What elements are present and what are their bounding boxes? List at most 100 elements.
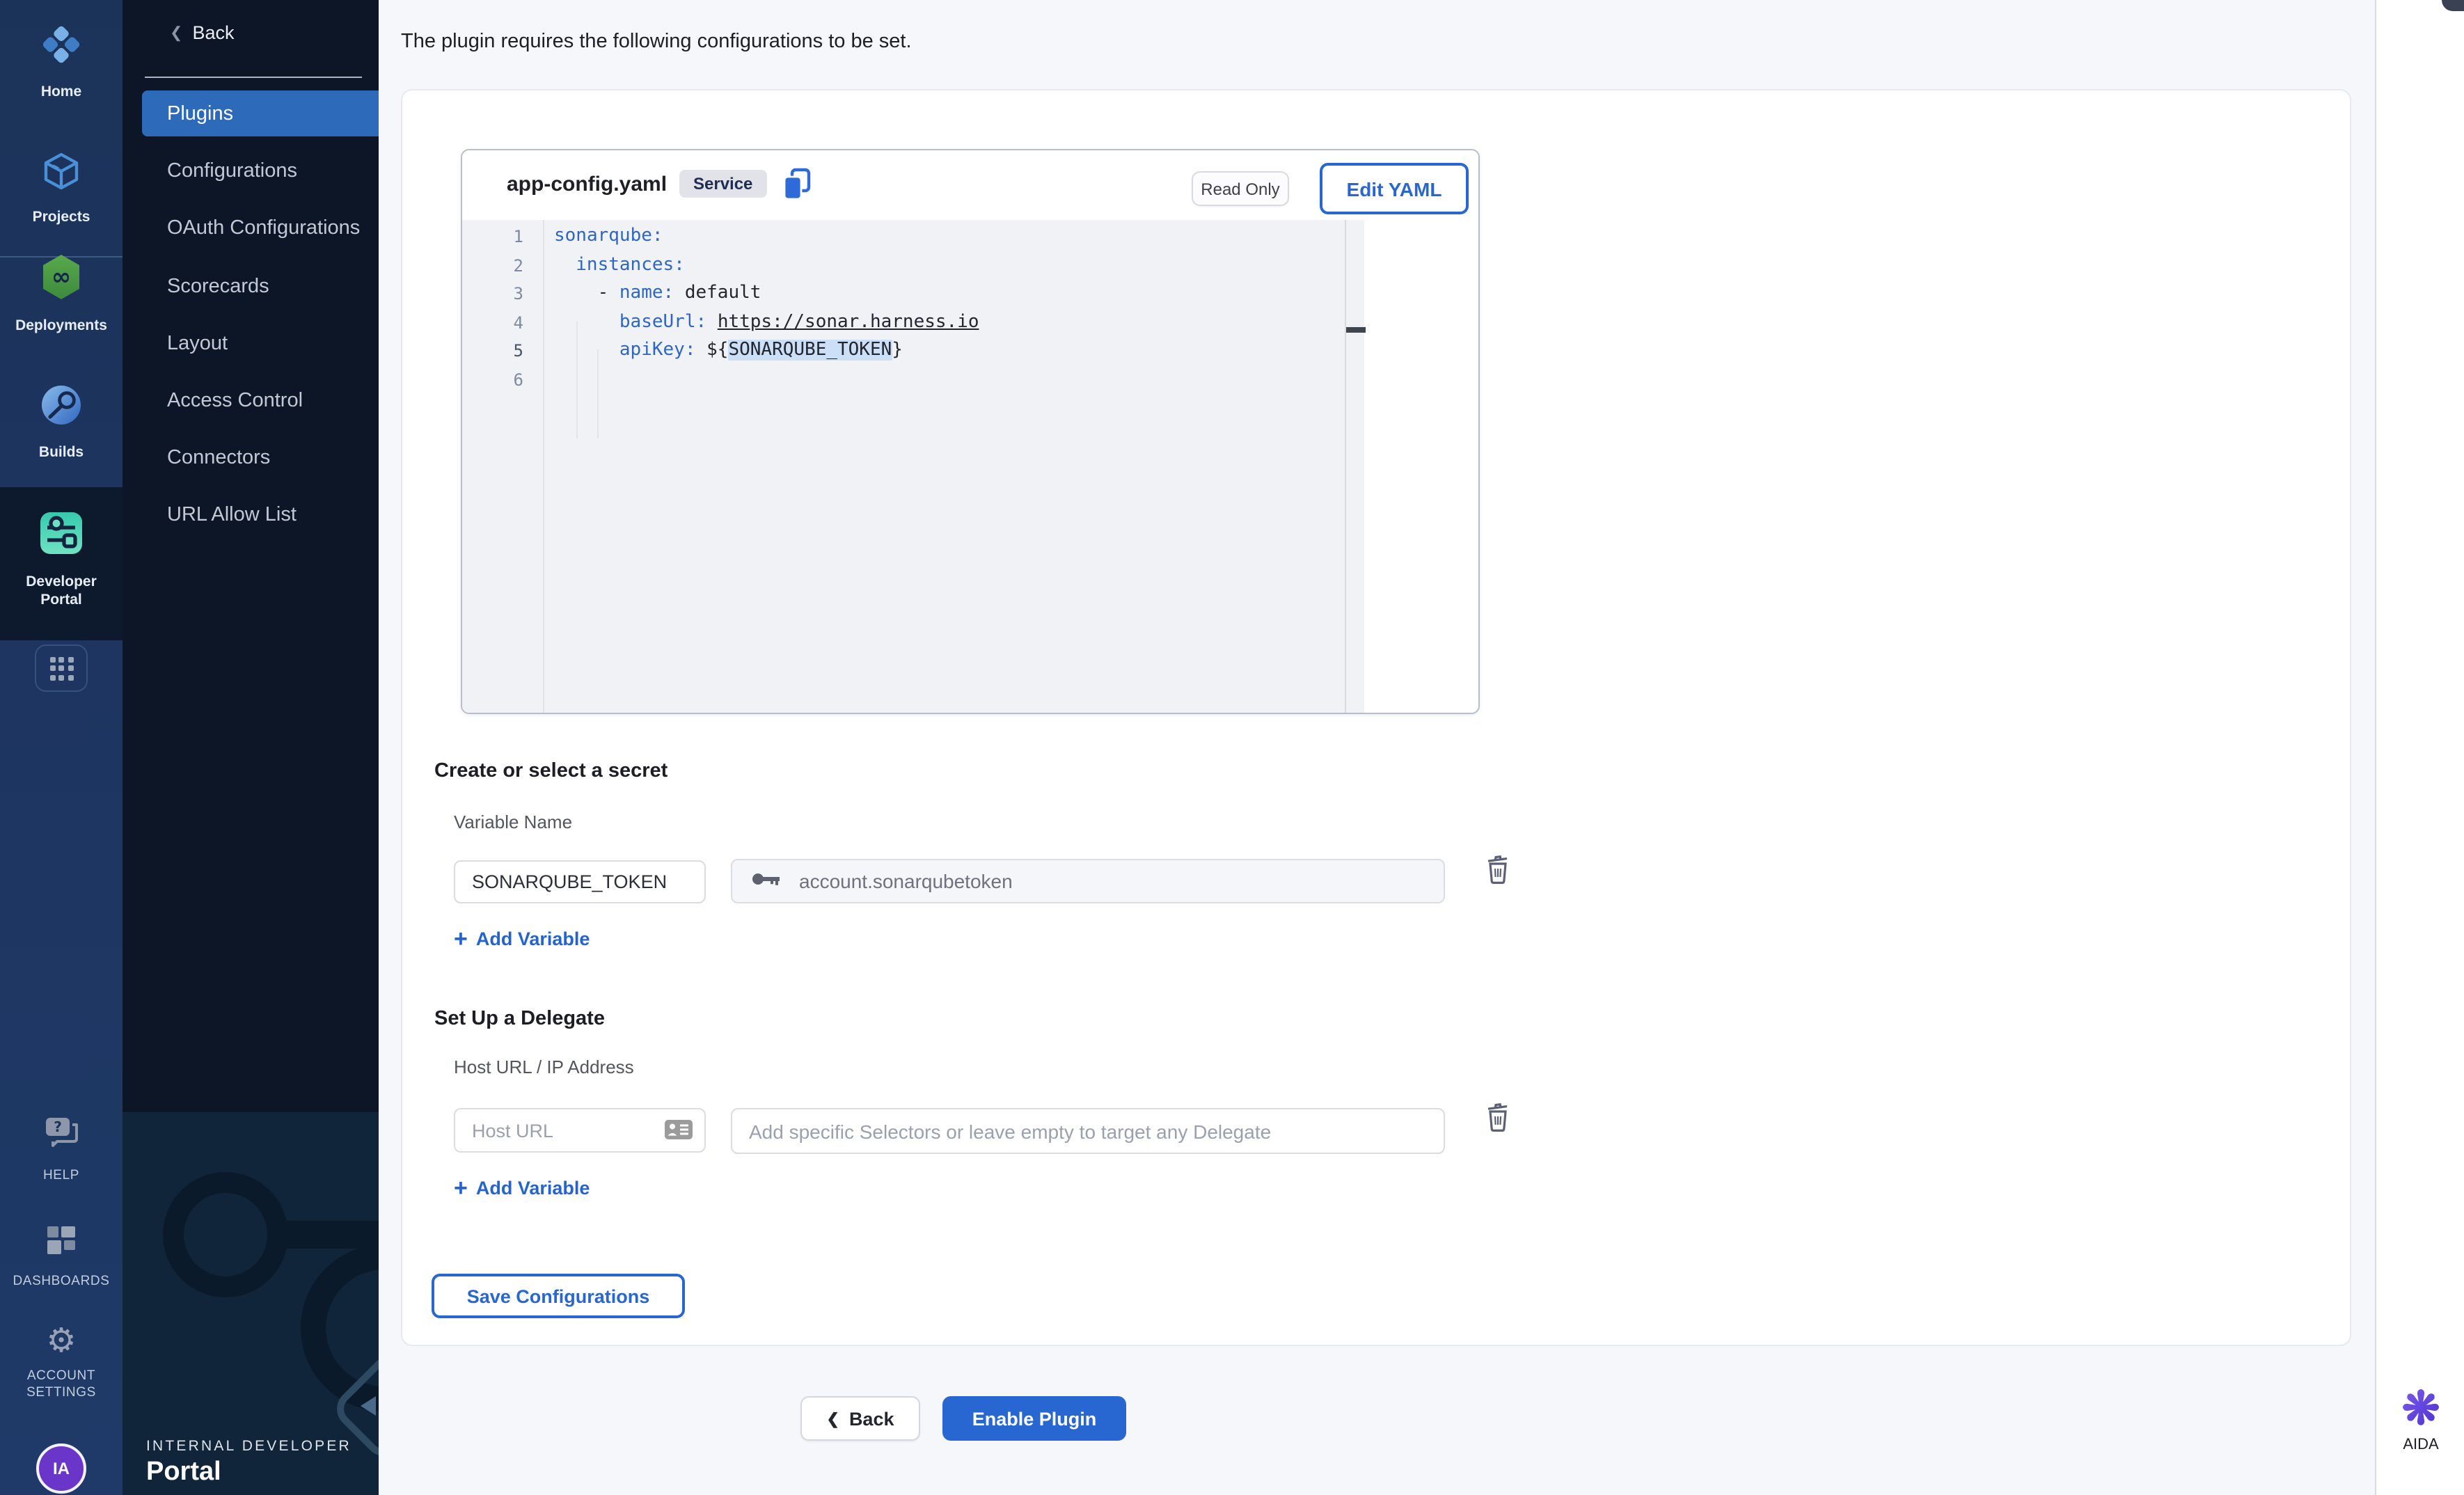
host-url-field-wrap [454,1108,706,1153]
sidebar-item-label: ACCOUNT SETTINGS [19,1368,103,1402]
variable-name-input[interactable] [454,860,706,903]
subnav-item-label: Connectors [167,446,270,468]
main-content: The plugin requires the following config… [379,0,2375,1495]
sidebar-item-label: Developer Portal [18,574,104,608]
settings-sidebar: ❮ Back Plugins Configurations OAuth Conf… [123,0,379,1495]
subnav-item-label: Scorecards [167,275,269,297]
svg-text:∞: ∞ [52,263,71,291]
module-sidebar: Home Projects ∞ [0,0,123,1495]
back-label: Back [192,22,234,43]
user-avatar[interactable]: IA [36,1443,86,1494]
scrollbar-annotation [1346,327,1366,333]
subnav-item-oauth-configurations[interactable]: OAuth Configurations [123,205,379,251]
sidebar-item-dashboards[interactable]: DASHBOARDS [0,1222,123,1290]
subnav-item-label: URL Allow List [167,503,297,525]
add-variable-label: Add Variable [476,1178,590,1199]
enable-plugin-button[interactable]: Enable Plugin [942,1396,1126,1441]
save-configurations-button[interactable]: Save Configurations [432,1274,685,1318]
subnav-item-label: Configurations [167,159,297,182]
subnav-item-scorecards[interactable]: Scorecards [123,263,379,309]
subnav-item-layout[interactable]: Layout [123,320,379,366]
add-variable-button[interactable]: + Add Variable [454,928,590,949]
sidebar-item-builds[interactable]: Builds [0,380,123,461]
back-button[interactable]: ❮ Back [800,1396,920,1441]
builds-icon [36,380,86,437]
save-configurations-label: Save Configurations [467,1286,650,1306]
code-area[interactable]: 1 2 3 4 5 6 sonarqube: instances: - name… [462,220,1478,714]
edit-yaml-label: Edit YAML [1347,177,1442,200]
sidebar-item-deployments[interactable]: ∞ Deployments [0,251,123,335]
sidebar-item-label: Deployments [15,317,107,335]
decorative-ring [163,1172,288,1297]
code-line-1: sonarqube: [554,223,1334,251]
yaml-filename: app-config.yaml [507,173,667,196]
subnav-item-access-control[interactable]: Access Control [123,377,379,423]
subnav-divider [145,77,362,78]
delegate-selectors-input[interactable] [731,1108,1445,1154]
deployments-icon: ∞ [35,251,88,310]
plugin-config-card: app-config.yaml Service Read Only Edit Y… [401,89,2351,1346]
module-switcher-button[interactable] [35,644,88,692]
sidebar-item-label: Builds [39,444,84,461]
edit-yaml-button[interactable]: Edit YAML [1320,163,1469,214]
secret-reference-value: account.sonarqubetoken [799,870,1013,892]
secret-reference-field[interactable]: account.sonarqubetoken [731,859,1445,903]
copy-icon[interactable] [780,166,816,212]
dashboards-icon [43,1222,79,1265]
idp-brand-panel: INTERNAL DEVELOPER Portal [123,1112,379,1495]
code-line-4: baseUrl: https://sonar.harness.io [554,308,1334,337]
code-line-3: - name: default [554,280,1334,308]
service-badge: Service [679,170,766,198]
add-delegate-variable-button[interactable]: + Add Variable [454,1178,590,1199]
sidebar-item-label: Projects [33,209,90,226]
page-intro-text: The plugin requires the following config… [401,31,912,53]
subnav-item-configurations[interactable]: Configurations [123,148,379,193]
gutter-separator [543,220,544,714]
subnav-item-connectors[interactable]: Connectors [123,434,379,480]
sidebar-item-projects[interactable]: Projects [0,148,123,226]
subnav-item-url-allow-list[interactable]: URL Allow List [123,491,379,537]
app-root: Home Projects ∞ [0,0,2464,1495]
chevron-left-icon: ❮ [170,24,182,42]
brand-kicker: INTERNAL DEVELOPER [146,1438,352,1455]
gear-icon: ⚙ [46,1324,76,1360]
developer-portal-icon [35,507,88,567]
plus-icon: + [454,1178,468,1198]
delete-delegate-row-button[interactable] [1484,1101,1512,1132]
avatar-initials: IA [53,1459,70,1478]
yaml-editor-header: app-config.yaml Service Read Only Edit Y… [462,150,1480,220]
read-only-pill: Read Only [1192,171,1289,206]
back-nav-button[interactable]: ❮ Back [170,22,234,43]
brand-title: Portal [146,1457,221,1488]
chevron-left-icon: ❮ [827,1409,839,1427]
aida-label: AIDA [2376,1437,2464,1453]
code-line-2: instances: [554,251,1334,280]
host-url-label: Host URL / IP Address [454,1057,634,1077]
add-variable-label: Add Variable [476,928,590,949]
secret-section-title: Create or select a secret [434,760,668,782]
home-icon [36,19,86,77]
decorative-triangle [361,1396,376,1416]
subnav-item-plugins[interactable]: Plugins [142,90,379,136]
sidebar-item-help[interactable]: ? HELP [0,1114,123,1185]
subnav-item-label: OAuth Configurations [167,216,360,239]
sidebar-item-home[interactable]: Home [0,19,123,101]
sidebar-item-developer-portal[interactable]: Developer Portal [0,507,123,608]
enable-plugin-label: Enable Plugin [972,1408,1097,1429]
sidebar-item-label: DASHBOARDS [13,1274,109,1290]
key-icon [752,870,785,892]
subnav-item-label: Plugins [167,102,233,125]
subnav-item-label: Layout [167,332,228,354]
right-rail: ❋ AIDA [2375,0,2464,1495]
yaml-code: sonarqube: instances: - name: default ba… [554,223,1334,394]
svg-text:?: ? [54,1118,62,1135]
editor-scrollbar[interactable] [1345,220,1364,714]
aida-flower-icon: ❋ [2376,1384,2464,1434]
plus-icon: + [454,929,468,949]
sidebar-item-account-settings[interactable]: ⚙ ACCOUNT SETTINGS [0,1324,123,1402]
back-button-label: Back [849,1408,894,1429]
delete-variable-button[interactable] [1484,853,1512,884]
variable-name-label: Variable Name [454,812,572,832]
sidebar-item-label: Home [41,84,81,101]
aida-assistant-button[interactable]: ❋ AIDA [2376,1384,2464,1453]
